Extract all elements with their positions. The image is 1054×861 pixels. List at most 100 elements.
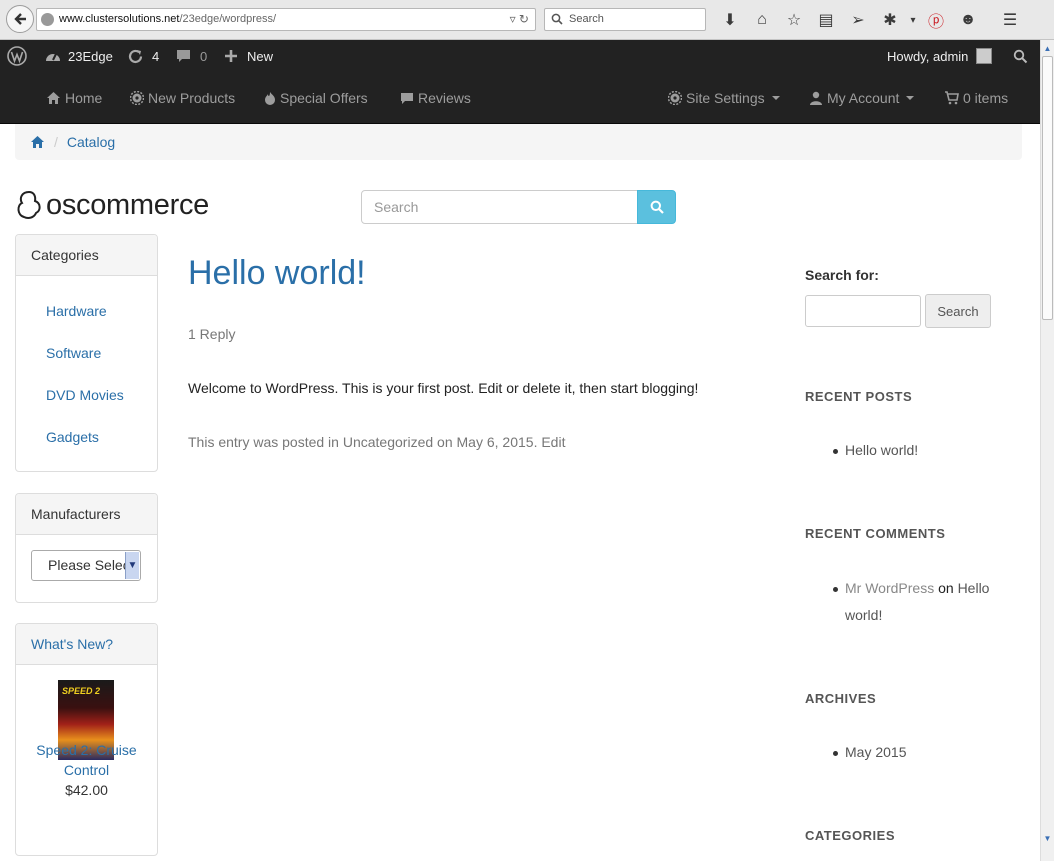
catalog-search-input[interactable]: Search xyxy=(361,190,638,224)
recent-posts-title: RECENT POSTS xyxy=(805,389,913,404)
nav-reviews[interactable]: Reviews xyxy=(400,72,471,124)
catalog-search-button[interactable] xyxy=(637,190,676,224)
post-title[interactable]: Hello world! xyxy=(188,254,366,293)
nav-new-products-label: New Products xyxy=(148,90,236,106)
user-icon xyxy=(810,91,822,105)
plus-icon xyxy=(225,50,237,62)
nav-reviews-label: Reviews xyxy=(418,90,471,106)
chevron-down-icon xyxy=(771,96,780,100)
product-price: $42.00 xyxy=(65,782,108,798)
comment-icon xyxy=(177,50,190,62)
post-category-link[interactable]: Uncategorized xyxy=(343,434,433,450)
product-image-title-art: SPEED 2 xyxy=(62,686,101,696)
sidebar-search-input[interactable] xyxy=(805,295,921,327)
globe-icon xyxy=(41,13,54,26)
wp-admin-bar: 23Edge 4 0 New Howdy, admin xyxy=(0,40,1040,72)
product-name[interactable]: Speed 2: Cruise Control xyxy=(16,740,157,780)
home-icon xyxy=(47,92,60,104)
chevron-down-icon xyxy=(906,96,915,100)
home-icon[interactable] xyxy=(30,135,45,149)
back-button[interactable] xyxy=(6,5,34,33)
nav-cart-label: 0 items xyxy=(963,90,1009,106)
url-domain: www.clustersolutions.net xyxy=(59,13,180,25)
admin-search-icon[interactable] xyxy=(1013,40,1028,72)
nav-new-products[interactable]: New Products xyxy=(130,72,235,124)
scroll-thumb[interactable] xyxy=(1042,56,1053,320)
post-edit-link[interactable]: Edit xyxy=(541,434,565,450)
sidebar-search-label: Search for: xyxy=(805,267,879,283)
dashboard-icon xyxy=(46,53,60,61)
manufacturers-heading: Manufacturers xyxy=(16,494,157,535)
account-menu[interactable]: Howdy, admin xyxy=(887,40,993,72)
logo-icon xyxy=(17,190,41,219)
nav-my-account[interactable]: My Account xyxy=(809,72,915,124)
send-icon[interactable]: ➢ xyxy=(842,6,874,34)
pinterest-icon[interactable]: ⓟ xyxy=(920,6,952,34)
comment-author-link[interactable]: Mr WordPress xyxy=(845,580,934,596)
menu-icon[interactable]: ☰ xyxy=(994,6,1026,34)
download-icon[interactable]: ⬇ xyxy=(714,6,746,34)
dropdown-icon[interactable]: ▾ xyxy=(906,6,920,34)
url-path: /23edge/wordpress/ xyxy=(179,13,277,25)
category-hardware[interactable]: Hardware xyxy=(46,303,107,319)
home-icon[interactable]: ⌂ xyxy=(746,6,778,34)
post-replies-link[interactable]: 1 Reply xyxy=(188,326,235,342)
manufacturers-title: Manufacturers xyxy=(31,506,121,522)
updates-count: 4 xyxy=(152,48,160,64)
new-content-link[interactable]: New xyxy=(224,40,273,72)
list-item: Hello world! xyxy=(833,437,918,464)
search-icon xyxy=(551,13,563,25)
extension-icon[interactable]: ✱ xyxy=(874,6,906,34)
nav-home-label: Home xyxy=(65,90,103,106)
nav-special-offers-label: Special Offers xyxy=(280,90,368,106)
recent-comments-title: RECENT COMMENTS xyxy=(805,526,946,541)
site-name-link[interactable]: 23Edge xyxy=(44,40,113,72)
category-dvd-movies[interactable]: DVD Movies xyxy=(46,387,124,403)
comments-count: 0 xyxy=(200,48,208,64)
browser-search-input[interactable]: Search xyxy=(544,8,706,31)
archive-link[interactable]: May 2015 xyxy=(845,744,906,760)
post-meta: This entry was posted in Uncategorized o… xyxy=(188,434,565,450)
nav-site-settings[interactable]: Site Settings xyxy=(668,72,780,124)
new-label: New xyxy=(247,48,274,64)
post-meta-prefix: This entry was posted in xyxy=(188,434,343,450)
chat-icon[interactable]: ☻ xyxy=(952,6,984,34)
reading-list-icon[interactable]: ▤ xyxy=(810,6,842,34)
categories-title: Categories xyxy=(31,247,99,263)
bookmark-star-icon[interactable]: ☆ xyxy=(778,6,810,34)
manufacturers-selected: Please Select xyxy=(48,557,134,573)
page-scrollbar[interactable]: ▲ ▼ xyxy=(1040,40,1054,861)
breadcrumb: / Catalog xyxy=(15,124,1022,160)
refresh-icon xyxy=(128,49,143,63)
browser-icons: ⬇ ⌂ ☆ ▤ ➢ ✱ ▾ ⓟ ☻ ☰ xyxy=(714,6,1026,34)
breadcrumb-catalog[interactable]: Catalog xyxy=(67,134,115,150)
categories-heading: Categories xyxy=(16,235,157,276)
whats-new-title[interactable]: What's New? xyxy=(31,636,113,652)
wordpress-logo-icon[interactable] xyxy=(7,40,27,72)
category-gadgets[interactable]: Gadgets xyxy=(46,429,99,445)
post-meta-on: on xyxy=(433,434,457,450)
updates-link[interactable]: 4 xyxy=(127,40,159,72)
catalog-search-placeholder: Search xyxy=(374,199,419,215)
comments-link[interactable]: 0 xyxy=(176,40,207,72)
site-navbar: Home New Products Special Offers Reviews… xyxy=(0,72,1040,124)
recent-post-link[interactable]: Hello world! xyxy=(845,442,918,458)
scroll-up-icon[interactable]: ▲ xyxy=(1042,41,1053,55)
nav-special-offers[interactable]: Special Offers xyxy=(264,72,368,124)
gear-icon xyxy=(668,91,682,105)
nav-my-account-label: My Account xyxy=(827,90,900,106)
sidebar-search-button[interactable]: Search xyxy=(925,294,991,328)
category-software[interactable]: Software xyxy=(46,345,101,361)
scroll-down-icon[interactable]: ▼ xyxy=(1042,831,1053,845)
url-bar[interactable]: www.clustersolutions.net/23edge/wordpres… xyxy=(36,8,536,31)
post-date-link[interactable]: May 6, 2015 xyxy=(457,434,534,450)
chevron-down-icon: ▼ xyxy=(125,552,139,579)
comment-icon xyxy=(401,92,413,104)
manufacturers-select[interactable]: Please Select ▼ xyxy=(31,550,141,581)
nav-cart[interactable]: 0 items xyxy=(944,72,1008,124)
site-name: 23Edge xyxy=(68,48,113,64)
reload-icon[interactable]: ▿ ↻ xyxy=(510,9,529,30)
cart-icon xyxy=(945,91,959,105)
nav-home[interactable]: Home xyxy=(46,72,102,124)
oscommerce-logo[interactable]: oscommerce xyxy=(16,188,209,222)
